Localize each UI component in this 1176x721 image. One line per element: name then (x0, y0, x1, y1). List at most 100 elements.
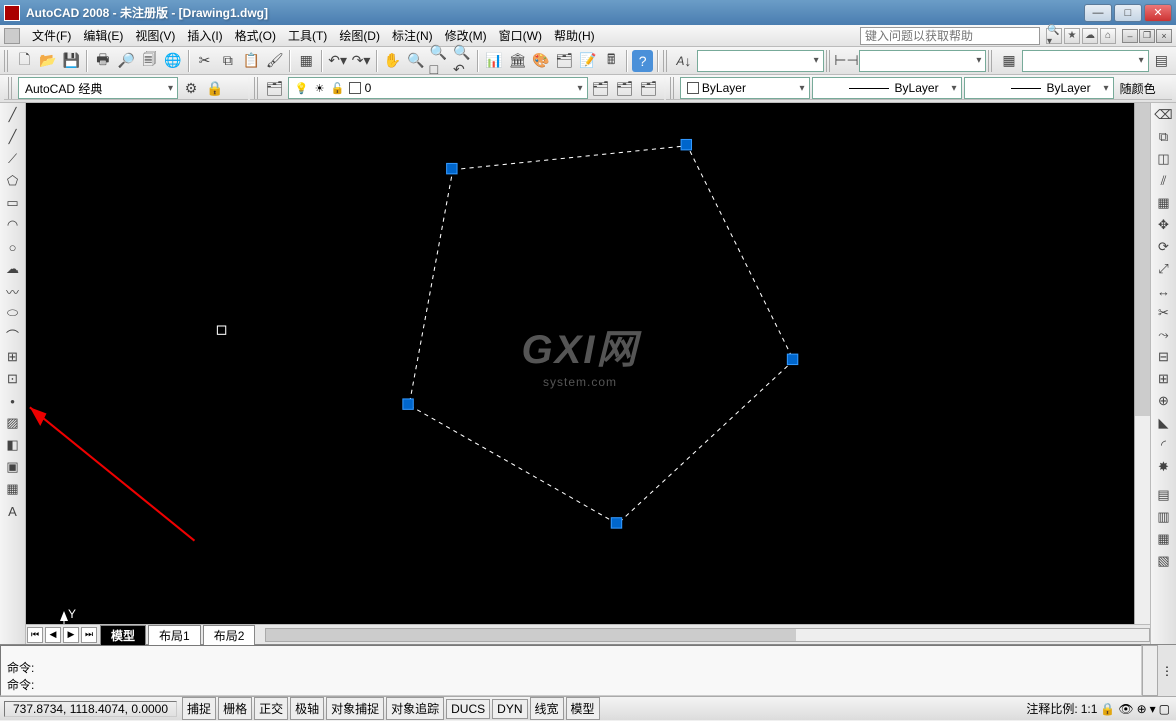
revcloud-icon[interactable]: ☁ (3, 259, 23, 279)
color-dropdown[interactable]: ByLayer (680, 77, 810, 99)
mdi-close-button[interactable]: × (1156, 29, 1172, 43)
tab-next-icon[interactable]: ▶ (63, 627, 79, 643)
cut-icon[interactable]: ✂ (194, 50, 215, 72)
cmd-grip-icon[interactable]: ⋮ (1158, 645, 1176, 696)
menu-draw[interactable]: 绘图(D) (333, 25, 386, 46)
workspace-settings-icon[interactable]: ⚙ (180, 77, 202, 99)
menu-format[interactable]: 格式(O) (229, 25, 282, 46)
snap-toggle[interactable]: 捕捉 (182, 697, 216, 720)
textstyle-dropdown[interactable] (697, 50, 824, 72)
markup-icon[interactable]: 📝 (577, 50, 598, 72)
copy-icon[interactable]: ⧉ (217, 50, 238, 72)
toolbar-grip[interactable] (4, 50, 10, 72)
toolbar-grip[interactable] (663, 50, 669, 72)
tab-first-icon[interactable]: ⏮ (27, 627, 43, 643)
erase-icon[interactable]: ⌫ (1154, 105, 1174, 125)
draworder-icon[interactable]: ▤ (1154, 485, 1174, 505)
plot3d-icon[interactable]: 🌐 (162, 50, 183, 72)
help-search-input[interactable] (860, 27, 1040, 45)
workspace-lock-icon[interactable]: 🔒 (204, 77, 226, 99)
menu-insert[interactable]: 插入(I) (181, 25, 228, 46)
join-icon[interactable]: ⊕ (1154, 391, 1174, 411)
spline-icon[interactable]: 〰 (3, 281, 23, 301)
mtext-icon[interactable]: A (3, 501, 23, 521)
preview-icon[interactable]: 🔎 (116, 50, 137, 72)
coords-readout[interactable]: 737.8734, 1118.4074, 0.0000 (4, 701, 177, 717)
undo-icon[interactable]: ↶▾ (327, 50, 348, 72)
cleanscreen-icon[interactable]: ▢ (1159, 702, 1170, 716)
model-toggle[interactable]: 模型 (566, 697, 600, 720)
draworder4-icon[interactable]: ▧ (1154, 551, 1174, 571)
layer-dropdown[interactable]: 💡 ☀ 🔓 0 (288, 77, 588, 99)
rectangle-icon[interactable]: ▭ (3, 193, 23, 213)
mdi-restore-button[interactable]: ❐ (1139, 29, 1155, 43)
open-icon[interactable]: 📂 (37, 50, 58, 72)
fillet-icon[interactable]: ◜ (1154, 435, 1174, 455)
gradient-icon[interactable]: ◧ (3, 435, 23, 455)
draworder3-icon[interactable]: ▦ (1154, 529, 1174, 549)
scale-icon[interactable]: ⤢ (1154, 259, 1174, 279)
draworder2-icon[interactable]: ▥ (1154, 507, 1174, 527)
ducs-toggle[interactable]: DUCS (446, 699, 490, 719)
pentagon-shape[interactable] (409, 146, 793, 524)
anno-auto-icon[interactable]: ⊕ (1137, 702, 1147, 716)
mdi-minimize-button[interactable]: – (1122, 29, 1138, 43)
calculator-icon[interactable]: 🖩 (601, 50, 622, 72)
toolbar-grip[interactable] (826, 50, 832, 72)
ellipsearc-icon[interactable]: ⌒ (3, 325, 23, 345)
publish-icon[interactable]: 🗐 (139, 50, 160, 72)
break-icon[interactable]: ⊞ (1154, 369, 1174, 389)
tablestyle-btn-icon[interactable]: ▦ (998, 50, 1019, 72)
minimize-button[interactable]: — (1084, 4, 1112, 22)
line-icon[interactable]: ╱ (3, 105, 23, 125)
new-icon[interactable]: 🗋 (14, 50, 35, 72)
ellipse-icon[interactable]: ⬭ (3, 303, 23, 323)
xline-icon[interactable]: ╱ (3, 127, 23, 147)
array-icon[interactable]: ▦ (1154, 193, 1174, 213)
comm-center-icon[interactable]: ☁ (1082, 28, 1098, 44)
tab-prev-icon[interactable]: ◀ (45, 627, 61, 643)
explode-icon[interactable]: ✸ (1154, 457, 1174, 477)
osnap-toggle[interactable]: 对象捕捉 (326, 697, 384, 720)
sheetset-icon[interactable]: 🗂 (554, 50, 575, 72)
print-icon[interactable]: 🖶 (92, 50, 113, 72)
menu-dimension[interactable]: 标注(N) (386, 25, 439, 46)
move-icon[interactable]: ✥ (1154, 215, 1174, 235)
horizontal-scrollbar[interactable] (265, 628, 1150, 642)
dyn-toggle[interactable]: DYN (492, 699, 527, 719)
workspace-dropdown[interactable]: AutoCAD 经典 (18, 77, 178, 99)
insertblock-icon[interactable]: ⊞ (3, 347, 23, 367)
layer-iso-icon[interactable]: 🗂 (638, 77, 660, 99)
layer-states-icon[interactable]: 🗂 (614, 77, 636, 99)
tab-last-icon[interactable]: ⏭ (81, 627, 97, 643)
mirror-icon[interactable]: ◫ (1154, 149, 1174, 169)
grip[interactable] (787, 354, 797, 364)
blockeditor-icon[interactable]: ▦ (295, 50, 316, 72)
ortho-toggle[interactable]: 正交 (254, 697, 288, 720)
redo-icon[interactable]: ↷▾ (350, 50, 371, 72)
annoscale-icon[interactable]: 🔒 (1100, 702, 1115, 716)
otrack-toggle[interactable]: 对象追踪 (386, 697, 444, 720)
matchprop-icon[interactable]: 🖌 (264, 50, 285, 72)
properties-icon[interactable]: 📊 (483, 50, 504, 72)
breakpoint-icon[interactable]: ⊟ (1154, 347, 1174, 367)
zoomrt-icon[interactable]: 🔍 (405, 50, 426, 72)
search-icon[interactable]: 🔍▾ (1046, 28, 1062, 44)
tab-layout1[interactable]: 布局1 (148, 625, 201, 645)
grip[interactable] (611, 518, 621, 528)
makeblock-icon[interactable]: ⊡ (3, 369, 23, 389)
menu-edit[interactable]: 编辑(E) (77, 25, 129, 46)
region-icon[interactable]: ▣ (3, 457, 23, 477)
pan-icon[interactable]: ✋ (382, 50, 403, 72)
textstyle-btn-icon[interactable]: A↓ (673, 50, 694, 72)
toolbar-grip[interactable] (988, 50, 994, 72)
zoomprev-icon[interactable]: 🔍↶ (452, 50, 473, 72)
save-icon[interactable]: 💾 (61, 50, 82, 72)
grip[interactable] (681, 139, 691, 149)
extend-icon[interactable]: ⤳ (1154, 325, 1174, 345)
stretch-icon[interactable]: ↔ (1154, 281, 1174, 301)
favorites-icon[interactable]: ★ (1064, 28, 1080, 44)
cmd-scrollbar[interactable] (1142, 645, 1158, 696)
grip[interactable] (403, 399, 413, 409)
chamfer-icon[interactable]: ◣ (1154, 413, 1174, 433)
